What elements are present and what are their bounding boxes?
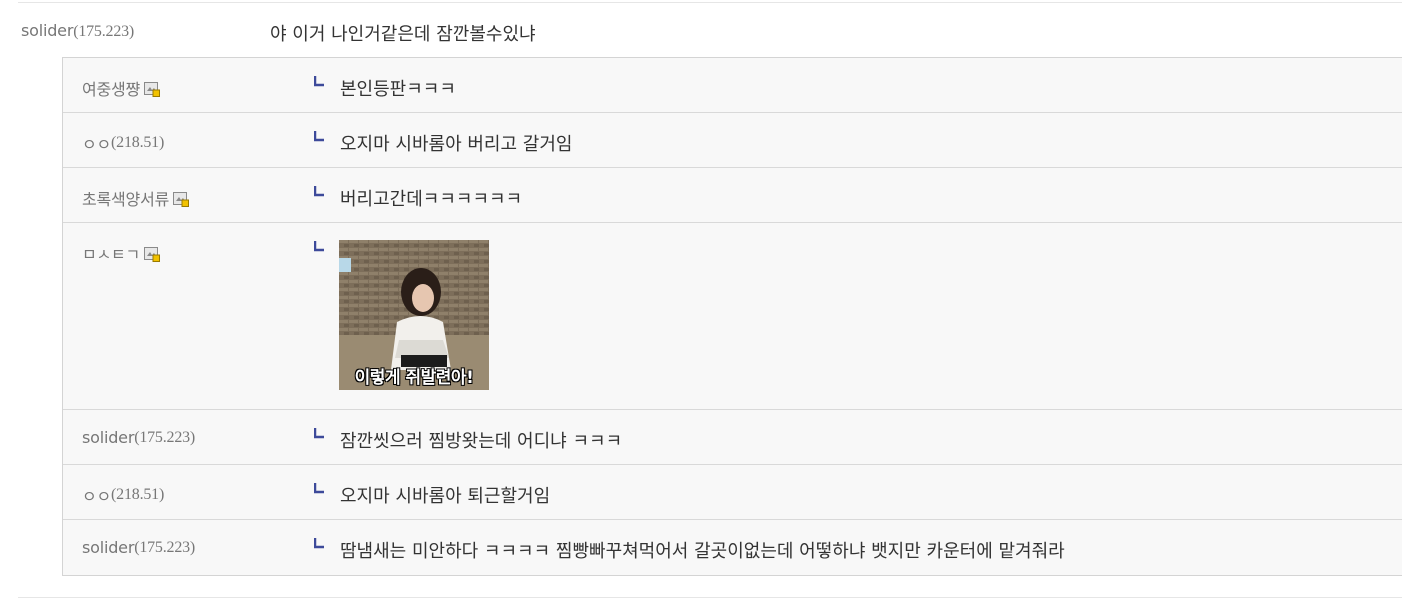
reply-author[interactable]: solider (175.223) — [82, 428, 195, 447]
author-name[interactable]: solider — [21, 21, 73, 40]
reply-arrow-icon — [314, 186, 324, 197]
reply-row: 초록색양서류 버리고간데ㅋㅋㅋㅋㅋㅋ — [63, 168, 1402, 223]
reply-image[interactable]: 이렇게 쥐발련아! — [339, 240, 489, 390]
author-name[interactable]: ㅇㅇ — [82, 483, 111, 507]
reply-image-caption: 이렇게 쥐발련아! — [354, 368, 474, 388]
reply-text: 오지마 시바롬아 퇴근할거임 — [340, 486, 551, 507]
reply-arrow-icon — [314, 538, 324, 549]
reply-list: 여중생쨩 본인등판ㅋㅋㅋ ㅇㅇ (218.51) 오지마 시바롬아 버리고 갈거임… — [62, 57, 1402, 576]
author-name[interactable]: ㅇㅇ — [82, 131, 111, 155]
reply-text: 잠깐씻으러 찜방왓는데 어디냐 ㅋㅋㅋ — [340, 431, 623, 452]
author-name[interactable]: ㅁㅅㅌㄱ — [82, 241, 140, 265]
comment-text: 야 이거 나인거같은데 잠깐볼수있냐 — [270, 24, 536, 45]
reply-text: 땀냄새는 미안하다 ㅋㅋㅋㅋ 찜빵빠꾸쳐먹어서 갈곳이없는데 어떻하냐 뱃지만 … — [340, 541, 1065, 562]
fixed-nick-badge-icon — [173, 191, 190, 207]
reply-arrow-icon — [314, 241, 324, 252]
reply-author[interactable]: solider (175.223) — [82, 538, 195, 557]
author-name[interactable]: solider — [82, 428, 134, 447]
reply-row: 여중생쨩 본인등판ㅋㅋㅋ — [63, 58, 1402, 113]
author-ip: (218.51) — [111, 134, 165, 151]
reply-text: 버리고간데ㅋㅋㅋㅋㅋㅋ — [340, 189, 523, 210]
bottom-divider — [18, 597, 1402, 598]
reply-arrow-icon — [314, 428, 324, 439]
reply-arrow-icon — [314, 76, 324, 87]
author-name[interactable]: 초록색양서류 — [82, 186, 169, 210]
fixed-nick-badge-icon — [144, 81, 161, 97]
comment-author[interactable]: solider(175.223) — [21, 21, 134, 41]
author-ip: (175.223) — [73, 23, 135, 40]
reply-text: 본인등판ㅋㅋㅋ — [340, 79, 456, 100]
author-ip: (218.51) — [111, 486, 165, 503]
reply-arrow-icon — [314, 131, 324, 142]
reply-author[interactable]: 초록색양서류 — [82, 186, 190, 210]
reply-author[interactable]: ㅇㅇ (218.51) — [82, 131, 164, 155]
reply-author[interactable]: ㅁㅅㅌㄱ — [82, 241, 161, 265]
author-name[interactable]: 여중생쨩 — [82, 76, 140, 100]
reply-row: solider (175.223) 잠깐씻으러 찜방왓는데 어디냐 ㅋㅋㅋ — [63, 410, 1402, 465]
reply-row: solider (175.223) 땀냄새는 미안하다 ㅋㅋㅋㅋ 찜빵빠꾸쳐먹어서… — [63, 520, 1402, 575]
comment-row: solider(175.223) 야 이거 나인거같은데 잠깐볼수있냐 — [0, 3, 1402, 58]
reply-text: 오지마 시바롬아 버리고 갈거임 — [340, 134, 573, 155]
reply-author[interactable]: 여중생쨩 — [82, 76, 161, 100]
reply-row: ㅇㅇ (218.51) 오지마 시바롬아 퇴근할거임 — [63, 465, 1402, 520]
reply-arrow-icon — [314, 483, 324, 494]
author-ip: (175.223) — [134, 538, 196, 556]
reply-row: ㅇㅇ (218.51) 오지마 시바롬아 버리고 갈거임 — [63, 113, 1402, 168]
author-name[interactable]: solider — [82, 538, 134, 557]
author-ip: (175.223) — [134, 428, 196, 446]
reply-row: ㅁㅅㅌㄱ 이렇게 쥐발련아! — [63, 223, 1402, 410]
fixed-nick-badge-icon — [144, 246, 161, 262]
reply-author[interactable]: ㅇㅇ (218.51) — [82, 483, 164, 507]
